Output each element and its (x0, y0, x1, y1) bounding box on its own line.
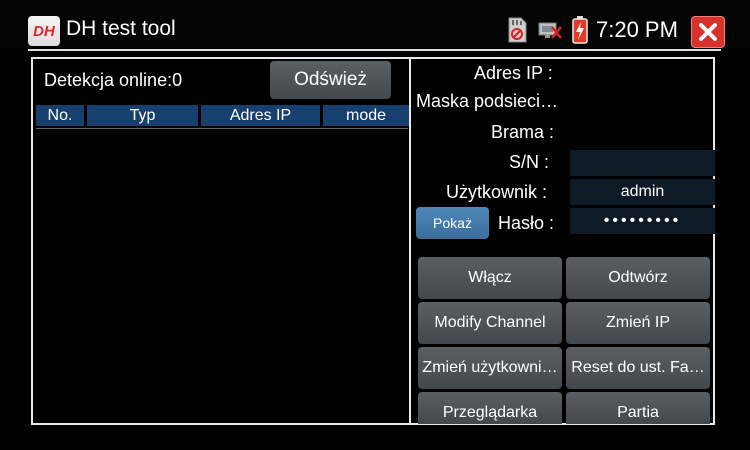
factory-reset-button[interactable]: Reset do ust. Fa… (566, 347, 710, 389)
column-header-ip[interactable]: Adres IP (201, 105, 320, 126)
change-user-button[interactable]: Zmień użytkowni… (418, 347, 562, 389)
username-label: Użytkownik : (446, 182, 548, 202)
batch-button[interactable]: Partia (566, 392, 710, 424)
play-button[interactable]: Odtwórz (566, 257, 710, 299)
device-table-header: No. Typ Adres IP mode (36, 105, 409, 126)
gateway-label: Brama : (491, 122, 555, 142)
column-header-type[interactable]: Typ (87, 105, 198, 126)
serial-number-field[interactable] (570, 150, 715, 176)
enable-button[interactable]: Włącz (418, 257, 562, 299)
sd-card-icon (506, 14, 528, 46)
browser-button[interactable]: Przeglądarka (418, 392, 562, 424)
serial-number-label: S/N : (509, 152, 550, 172)
close-icon (699, 23, 717, 41)
title-divider (28, 49, 721, 51)
username-field[interactable]: admin (570, 179, 715, 205)
password-label: Hasło : (498, 213, 555, 233)
clock: 7:20 PM (596, 17, 678, 42)
modify-channel-button[interactable]: Modify Channel (418, 302, 562, 344)
column-header-mode[interactable]: mode (323, 105, 409, 126)
column-header-no[interactable]: No. (36, 105, 84, 126)
show-password-button[interactable]: Pokaż (416, 207, 489, 239)
panel-divider (409, 57, 411, 425)
title-bar: DH DH test tool 7:20 PM (0, 0, 750, 48)
device-list[interactable] (36, 128, 408, 423)
change-ip-button[interactable]: Zmień IP (566, 302, 710, 344)
app-title: DH test tool (66, 17, 176, 40)
network-disconnected-icon (537, 14, 563, 46)
password-field[interactable]: ••••••••• (570, 208, 715, 234)
battery-charging-icon (571, 14, 589, 46)
ip-address-label: Adres IP : (474, 63, 553, 83)
close-button[interactable] (691, 16, 725, 48)
app-logo: DH (28, 16, 60, 46)
online-detection-label: Detekcja online:0 (44, 70, 183, 90)
subnet-mask-label: Maska podsieci… (416, 91, 559, 111)
refresh-button[interactable]: Odśwież (270, 61, 391, 99)
